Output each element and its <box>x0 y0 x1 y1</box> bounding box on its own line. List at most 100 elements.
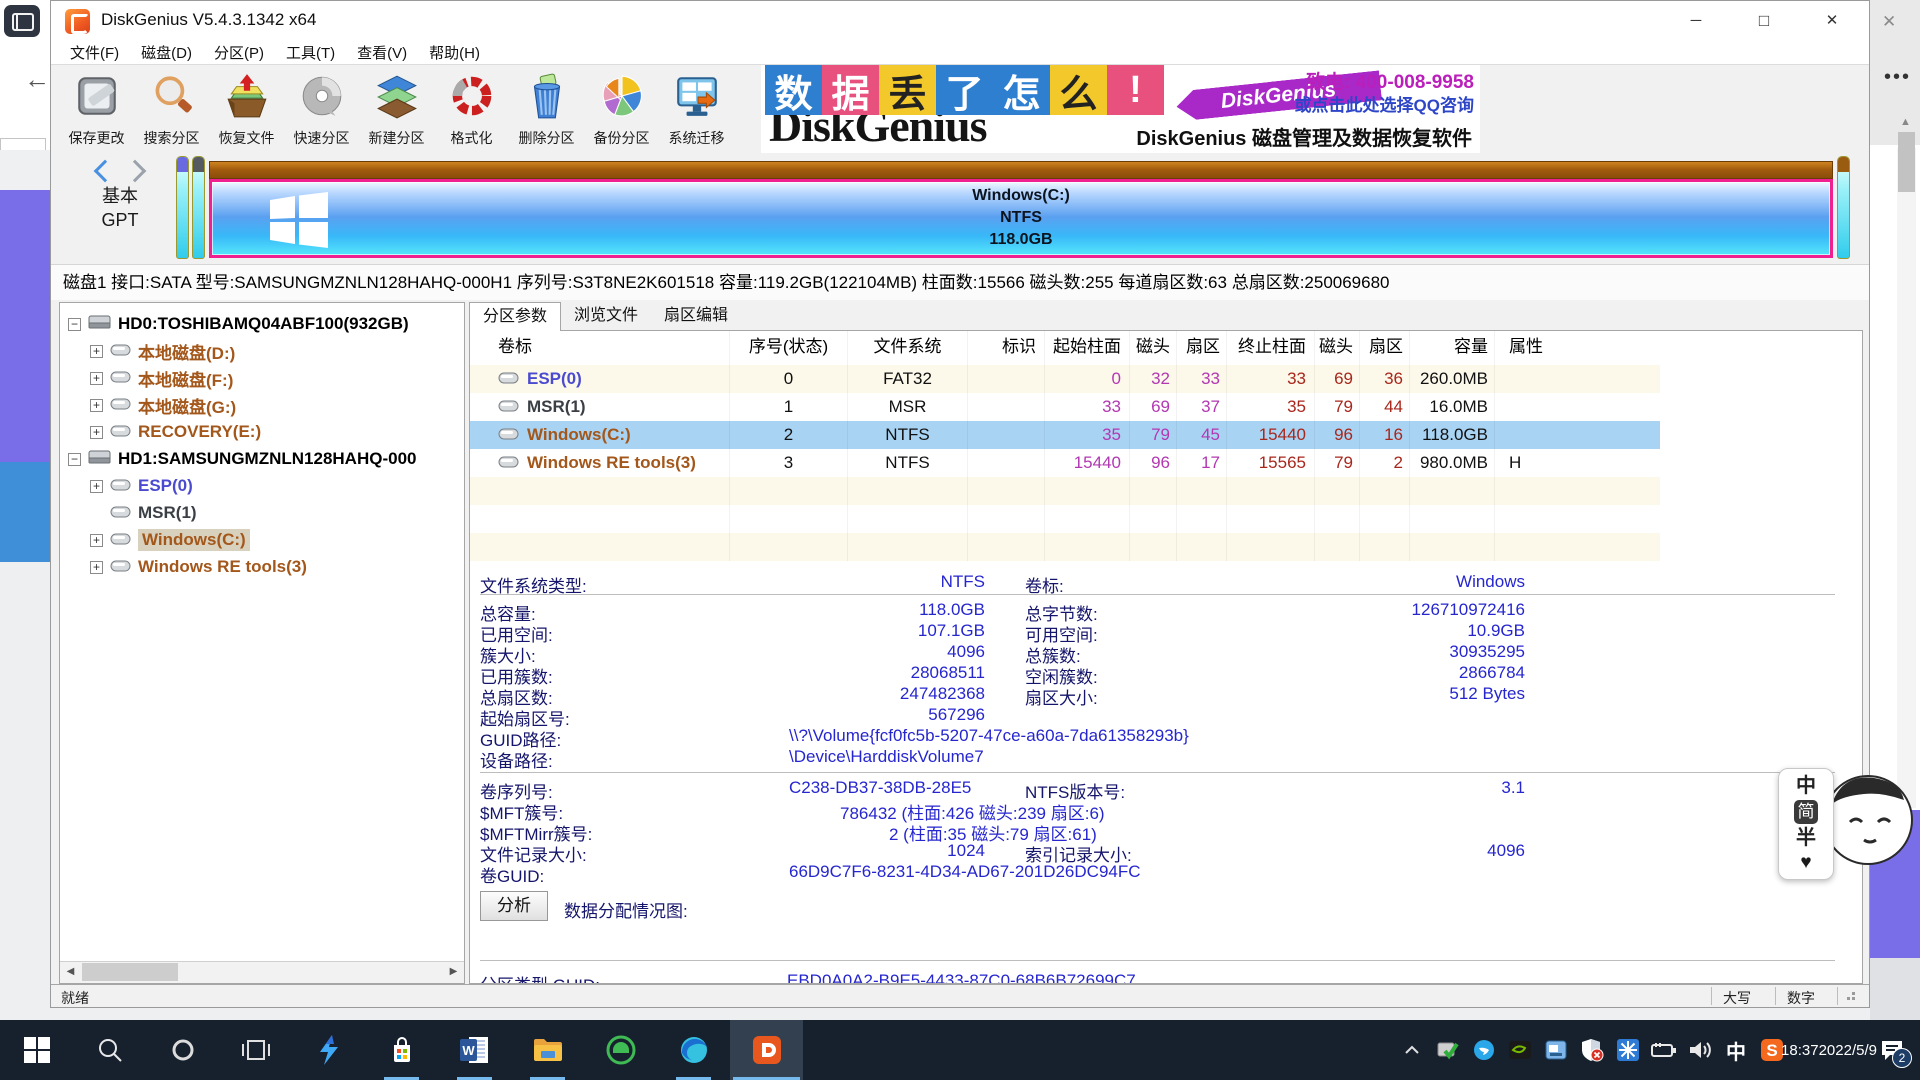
close-button[interactable] <box>1800 1 1864 41</box>
menu-view[interactable]: 查看(V) <box>346 42 418 63</box>
menu-tools[interactable]: 工具(T) <box>275 42 346 63</box>
tray-defender-icon[interactable] <box>1574 1020 1610 1080</box>
analyze-button[interactable]: 分析 <box>480 891 548 921</box>
minimize-button[interactable] <box>1664 1 1728 41</box>
tree-item-hd1[interactable]: HD1:SAMSUNGMZNLN128HAHQ-000 <box>68 446 417 472</box>
ime-chinese-label[interactable]: 中 <box>1796 775 1816 797</box>
new-partition-button[interactable]: 新建分区 <box>359 67 434 151</box>
tray-update-check-icon[interactable] <box>1430 1020 1466 1080</box>
next-disk-icon[interactable] <box>124 160 147 183</box>
tab-partition-params[interactable]: 分区参数 <box>469 302 561 331</box>
scroll-left-icon[interactable] <box>60 962 81 982</box>
ad-banner[interactable]: DiskGenius 数 据 丢 了 怎 么 ! DiskGenius 致电: … <box>761 65 1480 154</box>
cortana-icon[interactable] <box>146 1020 219 1080</box>
background-close-icon: ✕ <box>1882 12 1896 32</box>
ime-floating-widget[interactable]: 中 简 半 ♥ <box>1778 768 1834 880</box>
disk-navigator: 基本 GPT <box>77 163 163 232</box>
word-icon[interactable]: W <box>438 1020 511 1080</box>
table-row-msr[interactable]: MSR(1) 1MSR33693735794416.0MB <box>470 393 1660 421</box>
format-icon <box>448 72 496 125</box>
partition-bar-winre[interactable] <box>1837 156 1850 259</box>
tree-item-local-f[interactable]: 本地磁盘(F:) <box>90 365 233 391</box>
expand-icon[interactable] <box>90 345 103 358</box>
notification-center-icon[interactable]: 2 <box>1868 1020 1916 1080</box>
search-partition-button[interactable]: 搜索分区 <box>134 67 209 151</box>
edge-browser-icon[interactable] <box>657 1020 730 1080</box>
tray-intel-graphics-icon[interactable] <box>1538 1020 1574 1080</box>
expand-icon[interactable] <box>90 561 103 574</box>
resize-grip[interactable] <box>1847 997 1850 1000</box>
maximize-button[interactable] <box>1732 1 1796 41</box>
tree-item-winre[interactable]: Windows RE tools(3) <box>90 554 307 580</box>
partition-bar-windows-c[interactable]: Windows(C:) NTFS 118.0GB <box>209 179 1833 258</box>
background-purple-strip <box>0 190 50 462</box>
tree-item-windows-c[interactable]: Windows(C:) <box>90 527 250 553</box>
menu-partition[interactable]: 分区(P) <box>203 42 275 63</box>
table-row-winre[interactable]: Windows RE tools(3) 3NTFS154409617155657… <box>470 449 1660 477</box>
start-button[interactable] <box>0 1020 73 1080</box>
menu-help[interactable]: 帮助(H) <box>418 42 491 63</box>
tree-horizontal-scrollbar[interactable] <box>60 961 464 983</box>
tree-item-esp[interactable]: ESP(0) <box>90 473 193 499</box>
banner-phone: 致电: 400-008-9958 <box>1306 67 1474 94</box>
quick-partition-button[interactable]: 快速分区 <box>284 67 359 151</box>
backup-partition-button[interactable]: 备份分区 <box>584 67 659 151</box>
tab-browse-files[interactable]: 浏览文件 <box>561 302 651 331</box>
flash-app-icon[interactable] <box>292 1020 365 1080</box>
partition-bar-esp[interactable] <box>176 156 189 259</box>
expand-icon[interactable] <box>90 426 103 439</box>
tray-nvidia-icon[interactable] <box>1502 1020 1538 1080</box>
expand-icon[interactable] <box>90 399 103 412</box>
tree-item-recovery-e[interactable]: RECOVERY(E:) <box>90 419 261 445</box>
tray-snowflake-icon[interactable] <box>1610 1020 1646 1080</box>
tree-item-msr[interactable]: MSR(1) <box>90 500 197 526</box>
menu-disk[interactable]: 磁盘(D) <box>130 42 203 63</box>
ime-halfwidth-label[interactable]: 半 <box>1796 827 1816 849</box>
system-migrate-button[interactable]: 系统迁移 <box>659 67 734 151</box>
tray-ime-indicator[interactable]: 中 <box>1718 1020 1754 1080</box>
hard-disk-icon <box>88 314 111 335</box>
tree-item-local-d[interactable]: 本地磁盘(D:) <box>90 338 235 364</box>
volume-icon <box>110 395 131 415</box>
mascot-face <box>1822 770 1914 871</box>
title-bar[interactable]: DiskGenius V5.4.3.1342 x64 <box>51 1 1869 41</box>
microsoft-store-icon[interactable] <box>365 1020 438 1080</box>
collapse-icon[interactable] <box>68 453 81 466</box>
file-explorer-icon[interactable] <box>511 1020 584 1080</box>
banner-tiles: 数 据 丢 了 怎 么 ! <box>765 65 1164 115</box>
menu-file[interactable]: 文件(F) <box>59 42 130 63</box>
expand-icon[interactable] <box>90 534 103 547</box>
taskbar-clock[interactable]: 18:37 2022/5/9 <box>1790 1020 1868 1080</box>
partition-bar-msr[interactable] <box>192 156 205 259</box>
ie-browser-icon[interactable] <box>584 1020 657 1080</box>
scroll-right-icon[interactable] <box>443 962 464 982</box>
tray-battery-icon[interactable] <box>1646 1020 1682 1080</box>
save-changes-button[interactable]: 保存更改 <box>59 67 134 151</box>
table-row-esp[interactable]: ESP(0) 0FAT3203233336936260.0MB <box>470 365 1660 393</box>
recover-files-button[interactable]: 恢复文件 <box>209 67 284 151</box>
search-partition-icon <box>148 72 196 125</box>
task-view-icon[interactable] <box>219 1020 292 1080</box>
expand-icon[interactable] <box>90 480 103 493</box>
table-row-windows-c[interactable]: Windows(C:) 2NTFS357945154409616118.0GB <box>470 421 1660 449</box>
format-button[interactable]: 格式化 <box>434 67 509 151</box>
tree-item-hd0[interactable]: HD0:TOSHIBAMQ04ABF100(932GB) <box>68 311 409 337</box>
tray-volume-icon[interactable] <box>1682 1020 1718 1080</box>
tree-item-local-g[interactable]: 本地磁盘(G:) <box>90 392 236 418</box>
collapse-icon[interactable] <box>68 318 81 331</box>
browser-tab-icon <box>4 5 40 37</box>
heart-icon[interactable]: ♥ <box>1800 852 1811 874</box>
scrollbar-thumb[interactable] <box>82 963 178 981</box>
menu-bar: 文件(F) 磁盘(D) 分区(P) 工具(T) 查看(V) 帮助(H) <box>51 41 1869 64</box>
ime-simplified-label[interactable]: 简 <box>1794 800 1818 824</box>
banner-qq-link[interactable]: 或点击此处选择QQ咨询 <box>1295 91 1474 116</box>
delete-partition-button[interactable]: 删除分区 <box>509 67 584 151</box>
prev-disk-icon[interactable] <box>93 160 116 183</box>
status-bar: 就绪 大写 数字 <box>51 984 1869 1007</box>
tab-sector-edit[interactable]: 扇区编辑 <box>651 302 741 331</box>
taskbar-diskgenius-icon[interactable] <box>730 1020 803 1080</box>
taskbar-search-icon[interactable] <box>73 1020 146 1080</box>
tray-chevron-up-icon[interactable] <box>1394 1020 1430 1080</box>
tray-dingtalk-icon[interactable] <box>1466 1020 1502 1080</box>
expand-icon[interactable] <box>90 372 103 385</box>
